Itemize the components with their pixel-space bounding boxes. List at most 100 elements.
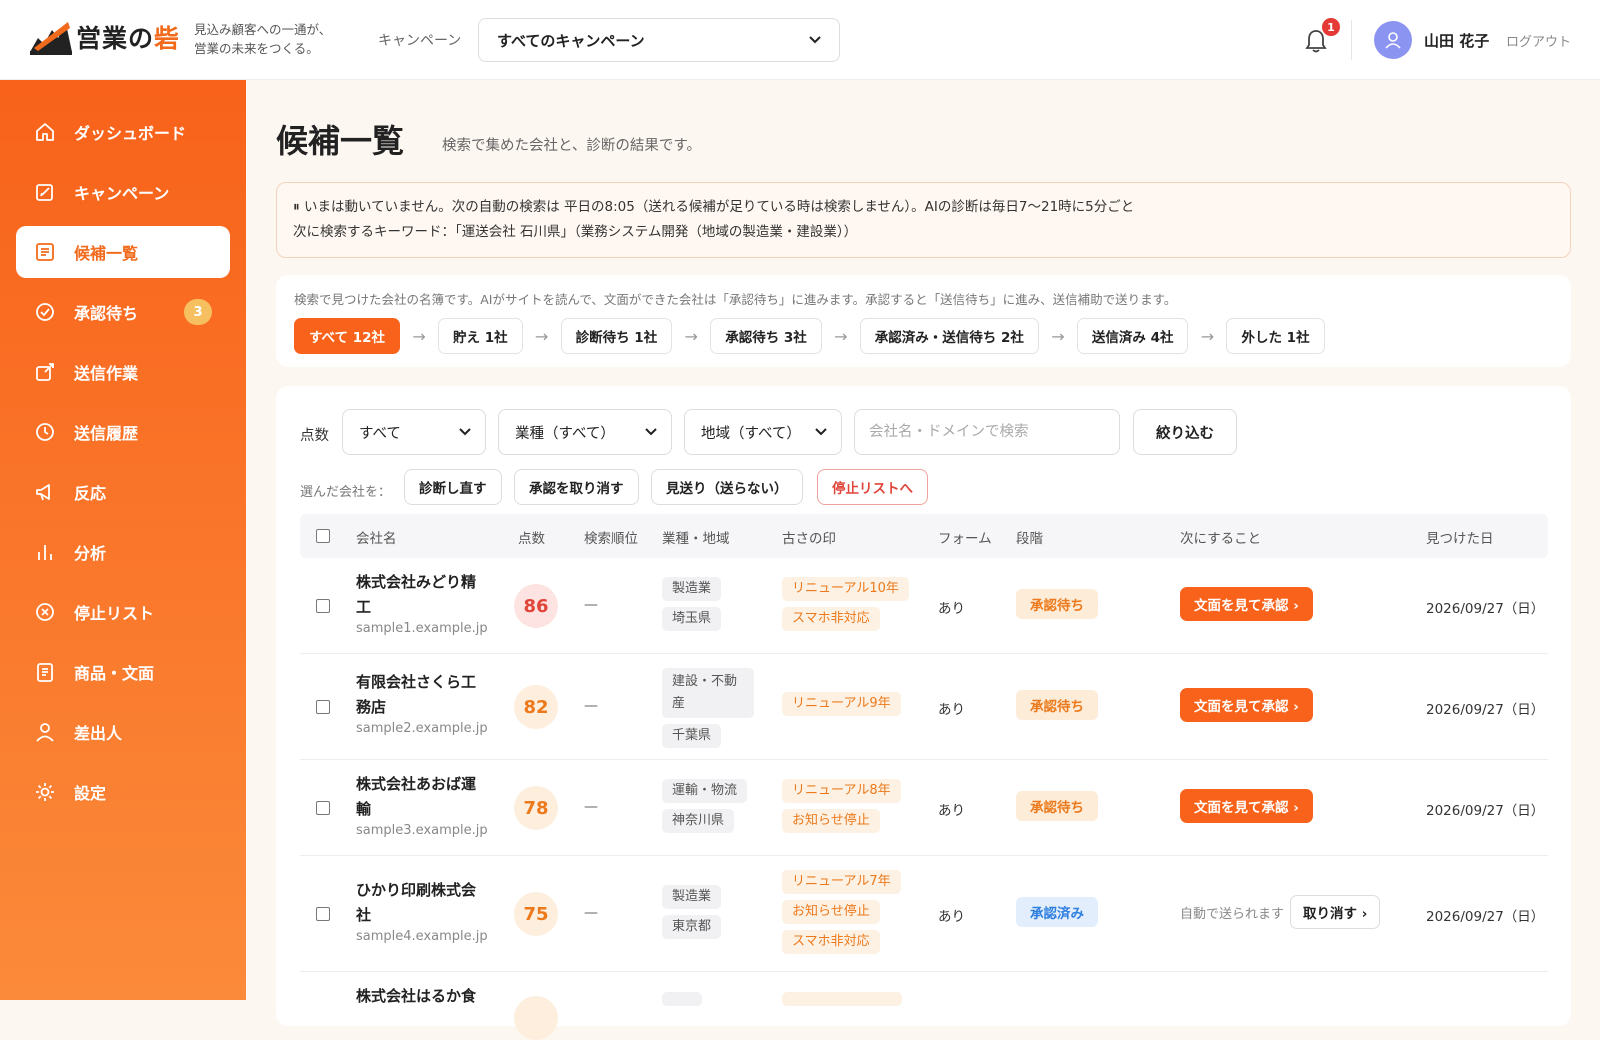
review-approve-button[interactable]: 文面を見て承認 › <box>1180 587 1313 621</box>
sidebar-item-11[interactable]: 設定 <box>16 766 230 818</box>
found-date: 2026/09/27（日） <box>1426 803 1545 819</box>
found-date: 2026/09/27（日） <box>1426 909 1545 925</box>
company-domain: sample4.example.jp <box>356 929 488 944</box>
company-name-line-2: 務店 <box>356 698 387 716</box>
header-rank: 検索順位 <box>584 531 638 547</box>
header-form: フォーム <box>938 531 992 547</box>
sidebar-item-4[interactable]: 送信作業 <box>16 346 230 398</box>
company-name-line-1: 有限会社さくら工 <box>356 673 477 691</box>
arrow-right-icon: → <box>834 326 848 346</box>
arrow-right-icon: → <box>534 326 549 346</box>
rediagnose-button[interactable]: 診断し直す <box>404 469 502 505</box>
sidebar-item-10[interactable]: 差出人 <box>16 706 230 758</box>
sidebar-item-5[interactable]: 送信履歴 <box>16 406 230 458</box>
auto-send-note: 自動で送られます 取り消す › <box>1180 895 1381 929</box>
user-icon <box>34 721 56 743</box>
table-row[interactable]: 株式会社はるか食 <box>300 972 1548 1040</box>
chevron-down-icon <box>815 428 827 436</box>
sidebar-item-2[interactable]: 候補一覧 <box>16 226 230 278</box>
age-tag: リニューアル8年 <box>782 779 901 803</box>
age-tag: お知らせ停止 <box>782 809 880 833</box>
row-checkbox[interactable] <box>316 801 330 815</box>
table-row[interactable]: 有限会社さくら工 務店 sample2.example.jp 82 — 建設・不動… <box>300 654 1548 760</box>
stage-filter-3[interactable]: 承認待ち 3社 <box>710 318 822 354</box>
score-badge: 86 <box>514 584 558 628</box>
review-approve-button[interactable]: 文面を見て承認 › <box>1180 688 1313 722</box>
table-row[interactable]: 株式会社あおば運輸 sample3.example.jp 78 — 運輸・物流 … <box>300 760 1548 856</box>
cancel-approval-button[interactable]: 承認を取り消す <box>514 469 639 505</box>
sidebar-item-6[interactable]: 反応 <box>16 466 230 518</box>
table-row[interactable]: ひかり印刷株式会社 sample4.example.jp 75 — 製造業 東京… <box>300 856 1548 972</box>
company-name[interactable]: 株式会社はるか食 <box>356 984 496 1009</box>
stop-circle-icon <box>34 601 56 623</box>
stage-filter-2[interactable]: 診断待ち 1社 <box>560 318 673 354</box>
region-select[interactable]: 地域（すべて） <box>684 409 842 455</box>
stage-badge: 承認済み <box>1016 897 1098 927</box>
score-select[interactable]: すべて <box>342 409 486 455</box>
stage-filter-0[interactable]: すべて 12社 <box>294 318 401 354</box>
company-name-line-2: 社 <box>356 906 372 924</box>
table-row[interactable]: 株式会社みどり精工 sample1.example.jp 86 — 製造業 埼玉… <box>300 558 1548 654</box>
check-circle-icon <box>34 301 56 323</box>
company-name[interactable]: ひかり印刷株式会社 <box>356 878 496 928</box>
sidebar-item-7[interactable]: 分析 <box>16 526 230 578</box>
app-logo[interactable]: 営業の砦 <box>28 18 180 56</box>
sidebar-item-label: 分析 <box>74 544 107 563</box>
sidebar-item-label: 送信履歴 <box>74 424 139 443</box>
page-subtitle: 検索で集めた会社と、診断の結果です。 <box>442 138 701 154</box>
sidebar-item-label: 反応 <box>74 484 107 503</box>
company-name[interactable]: 株式会社あおば運輸 <box>356 772 496 822</box>
sidebar-item-1[interactable]: キャンペーン <box>16 166 230 218</box>
stage-filter-1[interactable]: 貯え 1社 <box>438 318 523 354</box>
status-notice: ⏸ いまは動いていません。次の自動の検索は 平日の8:05（送れる候補が足りてい… <box>276 182 1571 258</box>
row-checkbox[interactable] <box>316 907 330 921</box>
sidebar-item-8[interactable]: 停止リスト <box>16 586 230 638</box>
company-name[interactable]: 有限会社さくら工 務店 <box>356 670 496 720</box>
industry-select[interactable]: 業種（すべて） <box>498 409 672 455</box>
stage-description: 検索で見つけた会社の名簿です。AIがサイトを読んで、文面ができた会社は「承認待ち… <box>294 292 1177 307</box>
apply-filter-button[interactable]: 絞り込む <box>1133 409 1237 455</box>
form-status: あり <box>938 909 965 925</box>
score-filter-label: 点数 <box>300 428 329 444</box>
form-status: あり <box>938 803 965 819</box>
search-rank: — <box>584 905 598 921</box>
chevron-down-icon <box>809 36 821 44</box>
stage-filter-5[interactable]: 送信済み 4社 <box>1076 318 1189 354</box>
row-checkbox[interactable] <box>316 700 330 714</box>
skip-button[interactable]: 見送り（送らない） <box>651 469 803 505</box>
chevron-down-icon <box>459 428 471 436</box>
header-divider <box>1351 20 1352 60</box>
row-checkbox[interactable] <box>316 599 330 613</box>
edit-icon <box>34 181 56 203</box>
company-search-input[interactable] <box>854 409 1120 455</box>
campaign-selected-value: すべてのキャンペーン <box>497 31 645 50</box>
sidebar-item-label: キャンペーン <box>74 184 170 203</box>
undo-approval-button[interactable]: 取り消す › <box>1290 895 1381 929</box>
header-stage: 段階 <box>1016 531 1043 547</box>
sidebar-item-0[interactable]: ダッシュボード <box>16 106 230 158</box>
search-rank: — <box>584 698 598 714</box>
stage-filter-6[interactable]: 外した 1社 <box>1226 318 1325 354</box>
sidebar-item-9[interactable]: 商品・文面 <box>16 646 230 698</box>
header-score: 点数 <box>518 531 545 547</box>
tagline-line-1: 見込み顧客への一通が、 <box>194 22 332 37</box>
header-next: 次にすること <box>1180 531 1262 547</box>
company-name[interactable]: 株式会社みどり精工 <box>356 570 496 620</box>
user-avatar-icon <box>1385 32 1401 49</box>
stage-filter-4[interactable]: 承認済み・送信待ち 2社 <box>859 318 1039 354</box>
stage-badge: 承認待ち <box>1016 589 1098 619</box>
sidebar-item-3[interactable]: 承認待ち 3 <box>16 286 230 338</box>
company-name-line-2: 輸 <box>356 800 372 818</box>
review-approve-button[interactable]: 文面を見て承認 › <box>1180 789 1313 823</box>
sidebar-item-label: 設定 <box>74 784 107 803</box>
select-all-checkbox[interactable] <box>316 529 330 543</box>
add-to-stoplist-button[interactable]: 停止リストへ <box>817 469 928 505</box>
sidebar-item-label: 停止リスト <box>74 604 155 623</box>
avatar[interactable] <box>1374 21 1412 59</box>
sidebar-item-label: 承認待ち <box>74 304 139 323</box>
notice-line-1: ⏸ いまは動いていません。次の自動の検索は 平日の8:05（送れる候補が足りてい… <box>293 199 1135 215</box>
user-name: 山田 花子 <box>1424 32 1490 50</box>
logout-link[interactable]: ログアウト <box>1506 31 1571 50</box>
score-badge <box>514 996 558 1040</box>
campaign-select[interactable]: すべてのキャンペーン <box>478 18 840 62</box>
